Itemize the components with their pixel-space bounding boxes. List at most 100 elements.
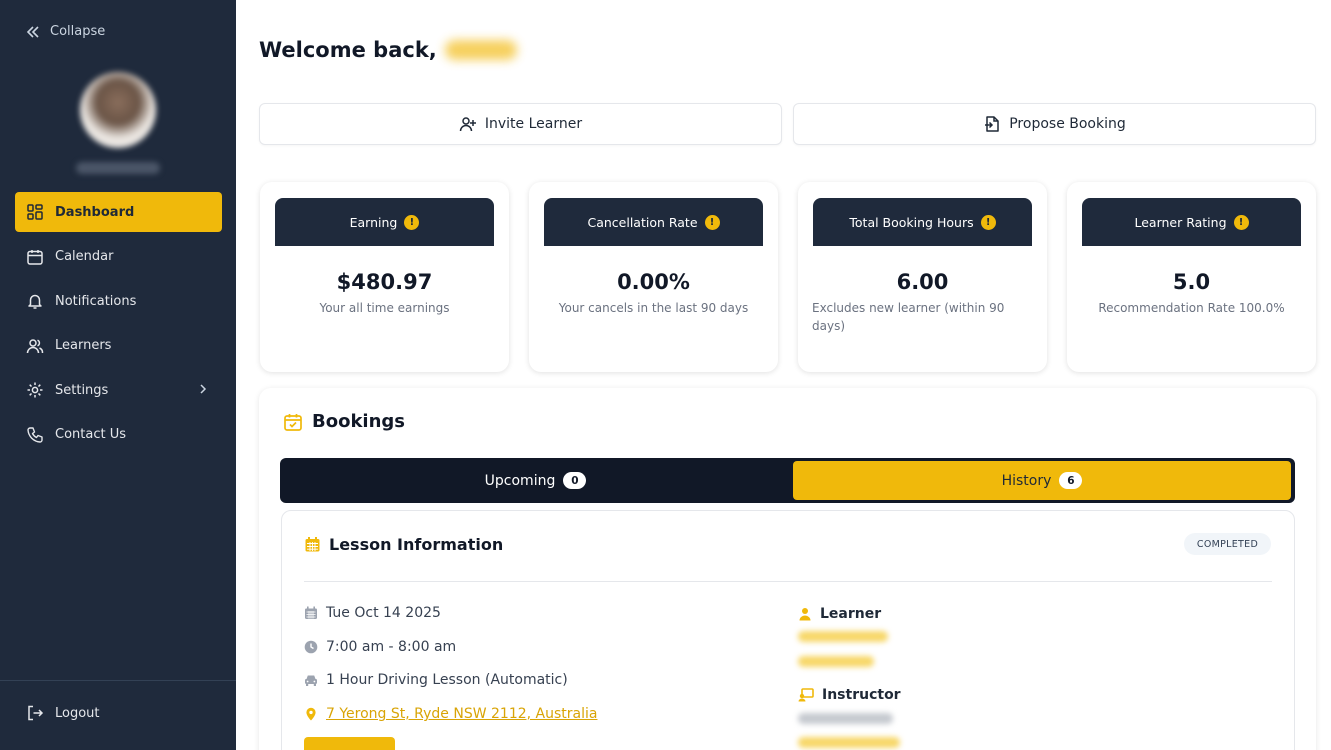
double-chevron-left-icon xyxy=(26,25,39,38)
page-title: Welcome back, xyxy=(259,38,517,62)
sidebar-item-label: Dashboard xyxy=(55,204,135,220)
stat-subtitle: Recommendation Rate 100.0% xyxy=(1098,301,1285,315)
lesson-time-row: 7:00 am - 8:00 am xyxy=(304,639,456,655)
sidebar-item-settings[interactable]: Settings xyxy=(15,370,222,410)
lesson-date: Tue Oct 14 2025 xyxy=(326,605,441,621)
lesson-date-row: Tue Oct 14 2025 xyxy=(304,605,441,621)
sidebar-item-label: Calendar xyxy=(55,249,114,264)
address-link[interactable]: 7 Yerong St, Ryde NSW 2112, Australia xyxy=(326,706,597,722)
bookings-heading: Bookings xyxy=(283,411,405,432)
sidebar: Collapse Dashboard Calendar Notification… xyxy=(0,0,236,750)
sidebar-nav: Dashboard Calendar Notifications Learner… xyxy=(15,192,222,459)
lesson-title: Lesson Information xyxy=(329,535,504,554)
count-badge: 0 xyxy=(563,472,587,489)
sidebar-item-calendar[interactable]: Calendar xyxy=(15,237,222,277)
invite-learner-button[interactable]: Invite Learner xyxy=(259,103,782,145)
user-icon xyxy=(799,608,811,621)
collapse-label: Collapse xyxy=(50,24,106,39)
stat-subtitle: Your all time earnings xyxy=(319,301,450,315)
propose-booking-label: Propose Booking xyxy=(1009,116,1126,132)
user-name-blurred xyxy=(76,162,160,174)
logout-button[interactable]: Logout xyxy=(26,704,100,722)
tab-label: History xyxy=(1001,472,1052,489)
user-name-blurred xyxy=(444,40,517,60)
learner-name-blurred xyxy=(798,631,888,642)
bookings-tabs: Upcoming 0 History 6 xyxy=(280,458,1295,503)
stat-value: 6.00 xyxy=(896,270,949,294)
sidebar-item-notifications[interactable]: Notifications xyxy=(15,281,222,321)
lesson-action-button[interactable] xyxy=(304,737,395,750)
tab-upcoming[interactable]: Upcoming 0 xyxy=(283,461,788,500)
instructor-board-icon xyxy=(798,688,814,702)
info-warning-icon[interactable]: ! xyxy=(704,214,720,230)
lesson-divider xyxy=(304,581,1272,582)
stat-card-cancellation-rate: Cancellation Rate ! 0.00% Your cancels i… xyxy=(529,182,778,372)
stat-title: Earning xyxy=(349,214,398,230)
calendar-icon xyxy=(305,606,317,619)
stat-header: Learner Rating ! xyxy=(1082,198,1301,246)
sidebar-item-label: Learners xyxy=(55,338,112,353)
stat-card-total-booking-hours: Total Booking Hours ! 6.00 Excludes new … xyxy=(798,182,1047,372)
sidebar-item-label: Notifications xyxy=(55,293,137,309)
bell-icon xyxy=(28,294,42,309)
tab-label: Upcoming xyxy=(484,472,556,489)
map-pin-icon xyxy=(306,707,316,721)
propose-booking-button[interactable]: Propose Booking xyxy=(793,103,1316,145)
learner-heading: Learner xyxy=(798,606,881,622)
lesson-address-row: 7 Yerong St, Ryde NSW 2112, Australia xyxy=(304,706,597,722)
calendar-icon xyxy=(27,249,43,265)
car-icon xyxy=(305,675,317,686)
stat-header: Cancellation Rate ! xyxy=(544,198,763,246)
clock-icon xyxy=(304,640,318,654)
stat-value: $480.97 xyxy=(336,270,433,294)
calendar-grid-icon xyxy=(305,537,320,552)
stat-header: Total Booking Hours ! xyxy=(813,198,1032,246)
info-warning-icon[interactable]: ! xyxy=(1233,214,1249,230)
stat-header: Earning ! xyxy=(275,198,494,246)
sidebar-item-contact-us[interactable]: Contact Us xyxy=(15,415,222,455)
file-add-icon xyxy=(985,116,999,132)
instructor-label: Instructor xyxy=(822,687,901,703)
lesson-time: 7:00 am - 8:00 am xyxy=(326,639,457,655)
logout-icon xyxy=(28,705,44,721)
bookings-title: Bookings xyxy=(312,411,406,432)
stat-title: Cancellation Rate xyxy=(587,214,698,230)
calendar-check-icon xyxy=(284,413,302,431)
sidebar-item-dashboard[interactable]: Dashboard xyxy=(15,192,222,232)
stat-value: 5.0 xyxy=(1172,270,1211,294)
stat-title: Learner Rating xyxy=(1134,214,1227,230)
learner-label: Learner xyxy=(820,606,882,622)
stat-subtitle: Your cancels in the last 90 days xyxy=(558,301,749,315)
learner-detail-blurred xyxy=(798,656,874,667)
welcome-text: Welcome back, xyxy=(259,38,437,62)
status-badge: COMPLETED xyxy=(1184,533,1271,555)
info-warning-icon[interactable]: ! xyxy=(404,214,420,230)
phone-icon xyxy=(27,426,43,443)
stat-card-earning: Earning ! $480.97 Your all time earnings xyxy=(260,182,509,372)
logout-label: Logout xyxy=(55,705,100,721)
sidebar-item-label: Contact Us xyxy=(55,427,126,442)
info-warning-icon[interactable]: ! xyxy=(980,214,996,230)
stat-card-learner-rating: Learner Rating ! 5.0 Recommendation Rate… xyxy=(1067,182,1316,372)
lesson-type-row: 1 Hour Driving Lesson (Automatic) xyxy=(304,672,568,688)
lesson-heading: Lesson Information xyxy=(304,535,503,554)
sidebar-divider xyxy=(0,680,236,681)
collapse-button[interactable]: Collapse xyxy=(26,24,105,39)
avatar xyxy=(80,72,156,148)
tab-history[interactable]: History 6 xyxy=(793,461,1291,500)
chevron-right-icon xyxy=(200,384,207,394)
sidebar-item-label: Settings xyxy=(55,382,109,398)
stat-subtitle: Excludes new learner (within 90 days) xyxy=(812,301,1005,333)
user-plus-icon xyxy=(459,117,476,132)
instructor-name-blurred xyxy=(798,713,893,724)
invite-learner-label: Invite Learner xyxy=(484,116,583,132)
count-badge: 6 xyxy=(1059,472,1083,489)
instructor-heading: Instructor xyxy=(798,687,901,703)
stat-title: Total Booking Hours xyxy=(849,214,974,230)
users-icon xyxy=(26,338,44,353)
gear-icon xyxy=(27,382,43,398)
lesson-type: 1 Hour Driving Lesson (Automatic) xyxy=(326,672,568,688)
grid-icon xyxy=(27,204,43,220)
stat-value: 0.00% xyxy=(617,270,690,294)
sidebar-item-learners[interactable]: Learners xyxy=(15,326,222,366)
